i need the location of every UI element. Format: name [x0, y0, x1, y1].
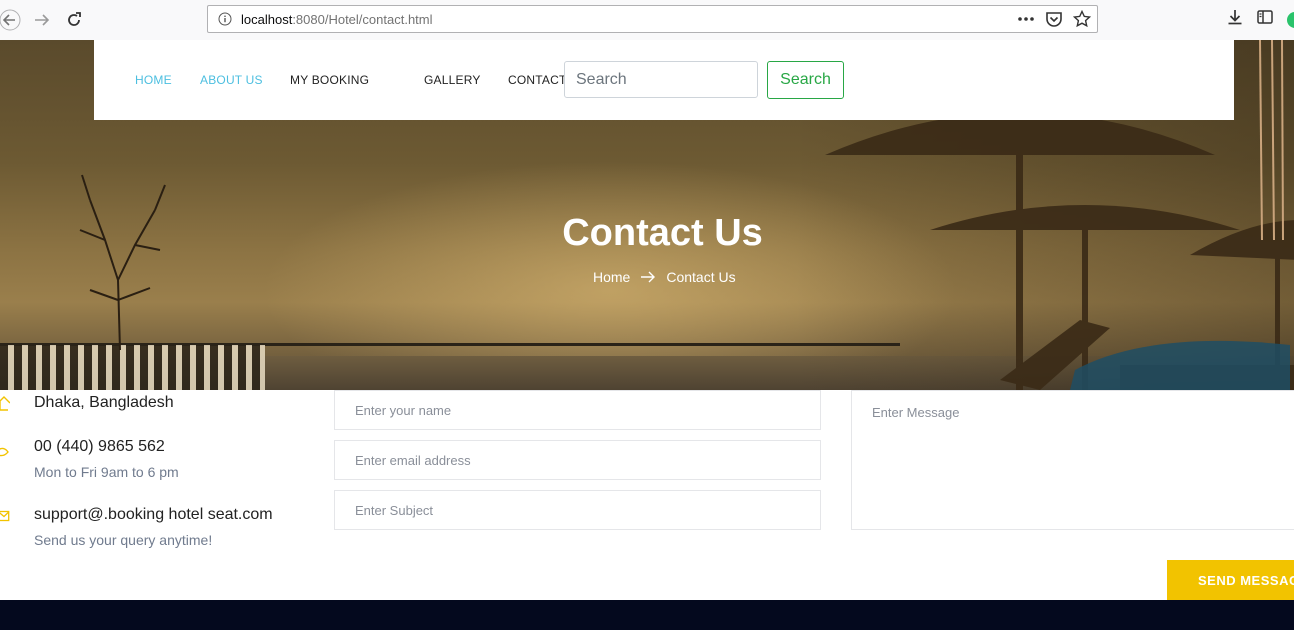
phone-hours: Mon to Fri 9am to 6 pm — [34, 464, 179, 480]
home-icon — [0, 395, 11, 416]
url-host: localhost — [241, 12, 293, 27]
breadcrumb: Home Contact Us — [593, 269, 736, 285]
bookmark-star-icon[interactable] — [1072, 9, 1092, 33]
phone-title: 00 (440) 9865 562 — [34, 438, 165, 455]
nav-my-booking[interactable]: MY BOOKING — [290, 73, 369, 87]
pocket-icon[interactable] — [1045, 10, 1063, 33]
message-field[interactable] — [851, 390, 1294, 530]
footer — [0, 600, 1294, 630]
url-path: :8080/Hotel/contact.html — [292, 12, 433, 27]
hero-flag-poles-image — [1259, 40, 1284, 240]
email-note: Send us your query anytime! — [34, 532, 213, 548]
site-info-icon[interactable] — [218, 12, 232, 31]
hero-fence — [0, 345, 265, 390]
nav-gallery[interactable]: GALLERY — [424, 73, 481, 87]
nav-home[interactable]: HOME — [135, 73, 172, 87]
sidebar-icon[interactable] — [1256, 8, 1274, 31]
send-message-button[interactable]: SEND MESSAGE — [1167, 560, 1294, 600]
email-field[interactable] — [334, 440, 821, 480]
email-title: support@.booking hotel seat.com — [34, 506, 273, 523]
mail-icon — [0, 509, 10, 527]
subject-field[interactable] — [334, 490, 821, 530]
hero-tree-image — [79, 174, 166, 350]
browser-toolbar: localhost:8080/Hotel/contact.html — [0, 0, 1294, 41]
url-text: localhost:8080/Hotel/contact.html — [241, 12, 433, 27]
extension-icon[interactable] — [1286, 11, 1294, 29]
back-icon[interactable] — [0, 8, 22, 32]
nav-about-us[interactable]: ABOUT US — [200, 73, 263, 87]
main-navbar: HOME ABOUT US MY BOOKING GALLERY CONTACT… — [94, 40, 1234, 120]
reload-icon[interactable] — [62, 8, 86, 32]
phone-icon — [0, 446, 10, 464]
nav-contact[interactable]: CONTACT — [508, 73, 567, 87]
page-actions-icon[interactable] — [1017, 10, 1035, 33]
breadcrumb-home[interactable]: Home — [593, 269, 630, 285]
name-field[interactable] — [334, 390, 821, 430]
forward-icon[interactable] — [30, 8, 54, 32]
search-button[interactable]: Search — [767, 61, 844, 99]
address-title: Dhaka, Bangladesh — [34, 394, 174, 411]
breadcrumb-current: Contact Us — [666, 269, 736, 285]
search-input[interactable] — [564, 61, 758, 98]
download-icon[interactable] — [1226, 8, 1244, 31]
page-title: Contact Us — [562, 212, 763, 254]
address-bar[interactable]: localhost:8080/Hotel/contact.html — [207, 5, 1098, 33]
arrow-right-icon — [640, 271, 656, 283]
